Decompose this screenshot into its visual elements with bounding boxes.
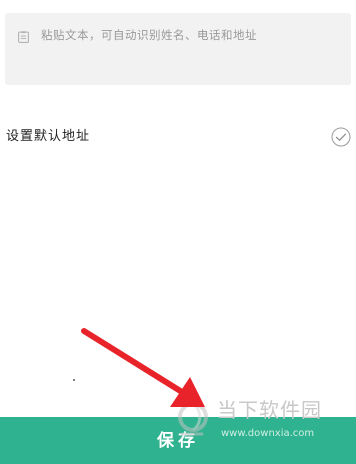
stray-dot: [73, 379, 75, 381]
watermark-url: www.downxia.com: [221, 428, 315, 439]
paste-text-area[interactable]: 粘贴文本，可自动识别姓名、电话和地址: [5, 13, 351, 85]
red-arrow-annotation: [78, 325, 218, 415]
paste-placeholder: 粘贴文本，可自动识别姓名、电话和地址: [41, 28, 257, 42]
default-address-row[interactable]: 设置默认地址: [0, 123, 356, 153]
check-circle-icon[interactable]: [331, 127, 351, 147]
clipboard-icon: [18, 28, 29, 43]
watermark-title: 当下软件园: [217, 398, 322, 422]
default-address-label: 设置默认地址: [6, 129, 91, 144]
